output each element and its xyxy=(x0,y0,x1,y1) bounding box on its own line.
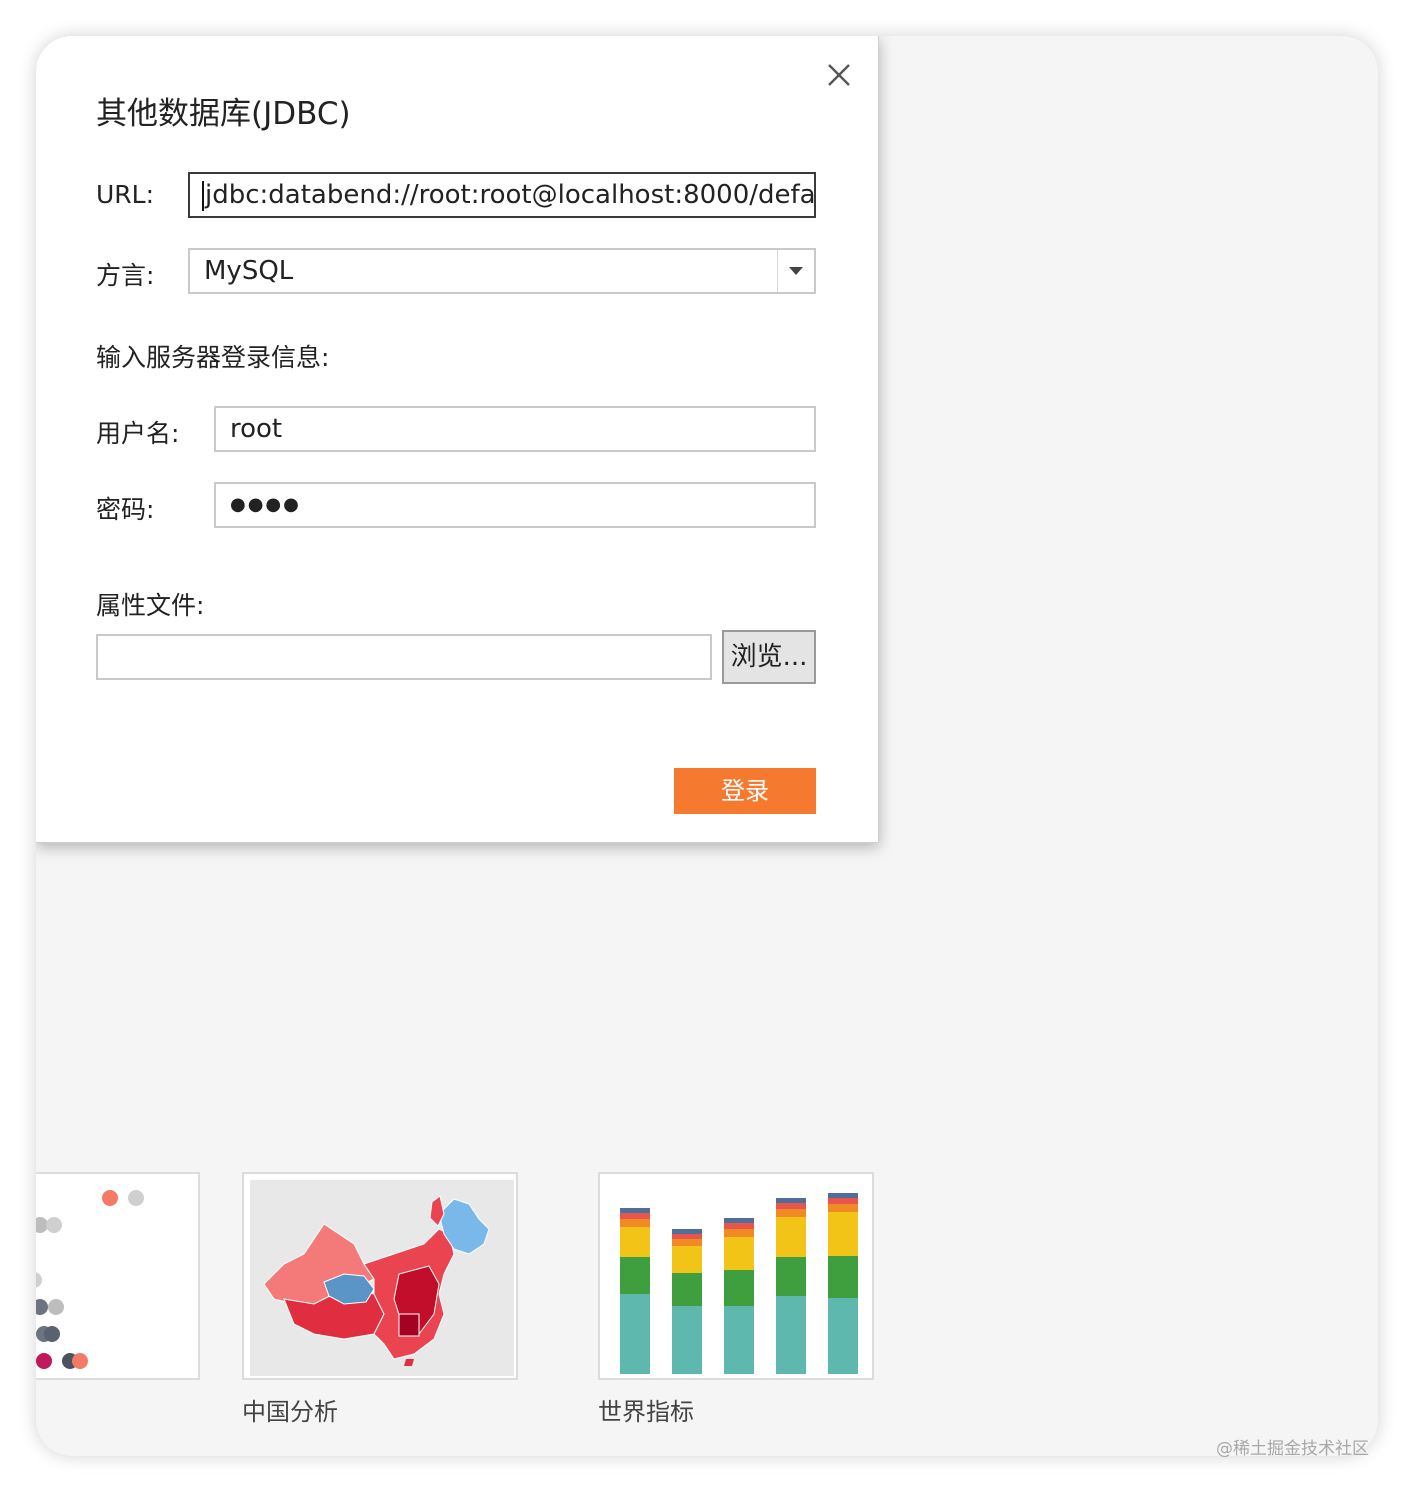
server-login-section-label: 输入服务器登录信息: xyxy=(96,343,330,372)
password-input[interactable]: ●●●● xyxy=(214,482,816,528)
bar-segment-yellow xyxy=(724,1237,754,1270)
bar-segment-yellow xyxy=(672,1246,702,1273)
close-icon xyxy=(828,64,850,86)
dialect-select[interactable]: MySQL xyxy=(188,248,816,294)
jdbc-dialog: 其他数据库(JDBC) URL: jdbc:databend://root:ro… xyxy=(36,36,879,843)
bar-segment-red xyxy=(620,1213,650,1219)
password-label: 密码: xyxy=(96,495,155,524)
bar-segment-blue xyxy=(620,1208,650,1213)
username-label: 用户名: xyxy=(96,419,180,448)
url-label: URL: xyxy=(96,180,155,209)
close-button[interactable] xyxy=(824,60,854,90)
bar-segment-orange xyxy=(828,1204,858,1212)
thumbnail-label-world: 世界指标 xyxy=(598,1398,694,1426)
properties-file-label: 属性文件: xyxy=(96,591,205,620)
thumbnail-world-indicators[interactable] xyxy=(598,1172,874,1380)
watermark: @稀土掘金技术社区 xyxy=(1216,1439,1369,1459)
bar-segment-green xyxy=(828,1256,858,1298)
bar-segment-teal xyxy=(620,1294,650,1374)
thumbnail-china-map[interactable] xyxy=(242,1172,518,1380)
thumbnail-label-china: 中国分析 xyxy=(242,1398,338,1426)
bar-segment-yellow xyxy=(776,1217,806,1257)
password-input-value: ●●●● xyxy=(230,494,301,515)
dialog-title: 其他数据库(JDBC) xyxy=(96,96,351,132)
bar-segment-red xyxy=(776,1203,806,1209)
url-input-value: jdbc:databend://root:root@localhost:8000… xyxy=(205,180,816,210)
bar-segment-teal xyxy=(776,1296,806,1374)
bar-segment-orange xyxy=(620,1219,650,1227)
text-cursor xyxy=(202,180,204,211)
bar-segment-red xyxy=(828,1198,858,1204)
app-window: 中国分析 世界指标 其他数据库(JDBC) URL: jdbc:databend… xyxy=(36,36,1378,1456)
dialect-select-value: MySQL xyxy=(204,256,294,286)
properties-file-input[interactable] xyxy=(96,634,712,680)
bar-segment-orange xyxy=(776,1209,806,1217)
bar-segment-yellow xyxy=(828,1212,858,1256)
chevron-down-icon xyxy=(789,267,803,275)
bar-segment-blue xyxy=(724,1218,754,1223)
bar-segment-blue xyxy=(828,1193,858,1198)
username-input[interactable]: root xyxy=(214,406,816,452)
bar-segment-blue xyxy=(672,1229,702,1234)
browse-button[interactable]: 浏览... xyxy=(722,630,816,684)
bar-segment-green xyxy=(724,1270,754,1306)
china-map-graphic xyxy=(250,1180,514,1376)
bar-segment-blue xyxy=(776,1198,806,1203)
bar-segment-green xyxy=(776,1257,806,1296)
scatter-thumbnail-graphic xyxy=(36,1190,144,1369)
url-input[interactable]: jdbc:databend://root:root@localhost:8000… xyxy=(188,172,816,218)
bar-segment-red xyxy=(672,1234,702,1239)
bar-segment-green xyxy=(620,1257,650,1294)
username-input-value: root xyxy=(230,414,283,444)
dialect-label: 方言: xyxy=(96,261,155,290)
bar-segment-green xyxy=(672,1273,702,1306)
login-button[interactable]: 登录 xyxy=(674,768,816,814)
bar-segment-orange xyxy=(672,1239,702,1246)
dropdown-toggle[interactable] xyxy=(777,250,814,292)
bar-segment-teal xyxy=(672,1306,702,1374)
world-indicators-chart xyxy=(620,1193,858,1374)
thumbnail-scatter[interactable] xyxy=(36,1172,200,1380)
bar-segment-teal xyxy=(828,1298,858,1374)
bar-segment-teal xyxy=(724,1306,754,1374)
bar-segment-red xyxy=(724,1223,754,1229)
bar-segment-yellow xyxy=(620,1227,650,1257)
bar-segment-orange xyxy=(724,1229,754,1237)
